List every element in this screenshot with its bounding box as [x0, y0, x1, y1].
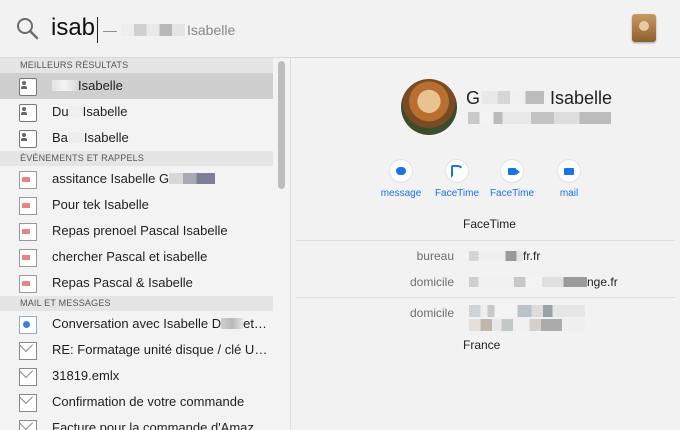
result-label-text: assitance Isabelle G	[52, 171, 170, 186]
facetime-audio-button[interactable]: FaceTime	[433, 160, 481, 199]
section-header-events: ÉVÉNEMENTS ET RAPPELS	[0, 151, 273, 166]
redacted-text	[482, 91, 545, 104]
result-label-text: Ba	[52, 130, 68, 145]
result-row[interactable]: chercher Pascal et isabelle	[0, 244, 273, 270]
result-label: Du Isabelle	[52, 99, 127, 125]
result-label-text: Isabelle	[78, 78, 123, 93]
section-header-mail: MAIL ET MESSAGES	[0, 296, 273, 311]
contact-name: G Isabelle	[466, 88, 612, 109]
redacted-text	[68, 106, 83, 117]
field-value-text: nge.fr	[587, 275, 618, 289]
redacted-subtitle	[468, 112, 611, 124]
conversation-icon	[19, 316, 37, 334]
field-label-domicile-address: domicile	[409, 306, 454, 320]
contact-card-icon	[19, 104, 37, 122]
mail-envelope-icon	[19, 394, 37, 412]
result-label: Repas prenoel Pascal Isabelle	[52, 223, 228, 238]
result-label: Pour tek Isabelle	[52, 197, 149, 212]
redacted-text	[469, 277, 587, 287]
mail-envelope-icon	[19, 368, 37, 386]
result-label: Isabelle	[52, 73, 123, 99]
result-row[interactable]: Isabelle	[0, 73, 273, 99]
search-completion: — Isabelle	[103, 22, 235, 38]
contact-first-name: G	[466, 88, 481, 108]
text-caret	[97, 17, 98, 43]
field-label-bureau: bureau	[416, 249, 454, 263]
result-label: Conversation avec Isabelle D et…	[52, 311, 267, 337]
message-button[interactable]: message	[377, 160, 425, 199]
result-row[interactable]: 31819.emlx	[0, 363, 273, 389]
calendar-doc-icon	[19, 223, 37, 241]
calendar-doc-icon	[19, 249, 37, 267]
completion-name: Isabelle	[187, 22, 236, 38]
mail-envelope-icon	[19, 342, 37, 360]
redacted-text	[169, 173, 216, 184]
result-row[interactable]: Conversation avec Isabelle D et…	[0, 311, 273, 337]
result-label-text: Isabelle	[83, 130, 129, 145]
result-label: chercher Pascal et isabelle	[52, 249, 208, 264]
action-label: FaceTime	[434, 188, 480, 199]
calendar-doc-icon	[19, 171, 37, 189]
field-value-email[interactable]: fr.fr	[469, 249, 540, 263]
contact-last-name: Isabelle	[550, 88, 613, 108]
redacted-text	[67, 132, 84, 143]
result-label: RE: Formatage unité disque / clé U…	[52, 342, 268, 357]
phone-icon	[446, 160, 468, 182]
mail-button[interactable]: mail	[545, 160, 593, 199]
action-label: mail	[559, 188, 579, 199]
result-label: Repas Pascal & Isabelle	[52, 275, 193, 290]
completion-dash: —	[103, 22, 117, 38]
result-row[interactable]: Confirmation de votre commande	[0, 389, 273, 415]
field-label-domicile: domicile	[409, 275, 454, 289]
field-value-text: fr.fr	[523, 249, 541, 263]
mail-icon	[558, 160, 580, 182]
divider	[296, 297, 675, 298]
search-icon	[17, 18, 39, 40]
address-country: France	[463, 338, 501, 352]
result-label: 31819.emlx	[52, 368, 120, 383]
facetime-video-button[interactable]: FaceTime	[488, 160, 536, 199]
result-row[interactable]: Repas Pascal & Isabelle	[0, 270, 273, 296]
result-row[interactable]: assitance Isabelle G	[0, 166, 273, 192]
divider	[296, 240, 675, 241]
redacted-text	[52, 80, 78, 91]
contact-avatar	[401, 79, 457, 135]
result-label: assitance Isabelle G	[52, 166, 216, 192]
spotlight-search-bar: isab — Isabelle	[0, 0, 680, 58]
field-value-email[interactable]: nge.fr	[469, 275, 618, 289]
action-label: message	[380, 188, 422, 199]
video-camera-icon	[501, 160, 523, 182]
redacted-text	[469, 251, 523, 261]
result-label: Ba Isabelle	[52, 125, 129, 151]
contacts-app-icon	[632, 14, 656, 42]
result-label-text: Isabelle	[82, 104, 128, 119]
result-row[interactable]: Pour tek Isabelle	[0, 192, 273, 218]
mail-envelope-icon	[19, 420, 37, 430]
message-bubble-icon	[390, 160, 412, 182]
contact-card-icon	[19, 78, 37, 96]
redacted-text	[121, 24, 185, 36]
result-label-text: et…	[243, 316, 267, 331]
result-label-text: Conversation avec Isabelle D	[52, 316, 222, 331]
results-list: MEILLEURS RÉSULTATS Isabelle Du Isabelle …	[0, 58, 291, 430]
result-row[interactable]: Ba Isabelle	[0, 125, 273, 151]
result-label: Confirmation de votre commande	[52, 394, 245, 409]
result-label-text: Du	[52, 104, 69, 119]
action-label: FaceTime	[489, 188, 535, 199]
calendar-doc-icon	[19, 275, 37, 293]
search-input[interactable]: isab	[51, 14, 95, 42]
results-scrollbar[interactable]	[278, 61, 285, 189]
result-row[interactable]: Du Isabelle	[0, 99, 273, 125]
result-row[interactable]: RE: Formatage unité disque / clé U…	[0, 337, 273, 363]
result-row[interactable]: Facture pour la commande d'Amaz…	[0, 415, 273, 430]
contact-card-icon	[19, 130, 37, 148]
calendar-doc-icon	[19, 197, 37, 215]
facetime-section-label: FaceTime	[463, 217, 516, 231]
section-header-best-results: MEILLEURS RÉSULTATS	[0, 58, 273, 73]
result-label: Facture pour la commande d'Amaz…	[52, 420, 267, 430]
result-row[interactable]: Repas prenoel Pascal Isabelle	[0, 218, 273, 244]
redacted-text	[221, 318, 244, 329]
redacted-address	[469, 305, 585, 331]
